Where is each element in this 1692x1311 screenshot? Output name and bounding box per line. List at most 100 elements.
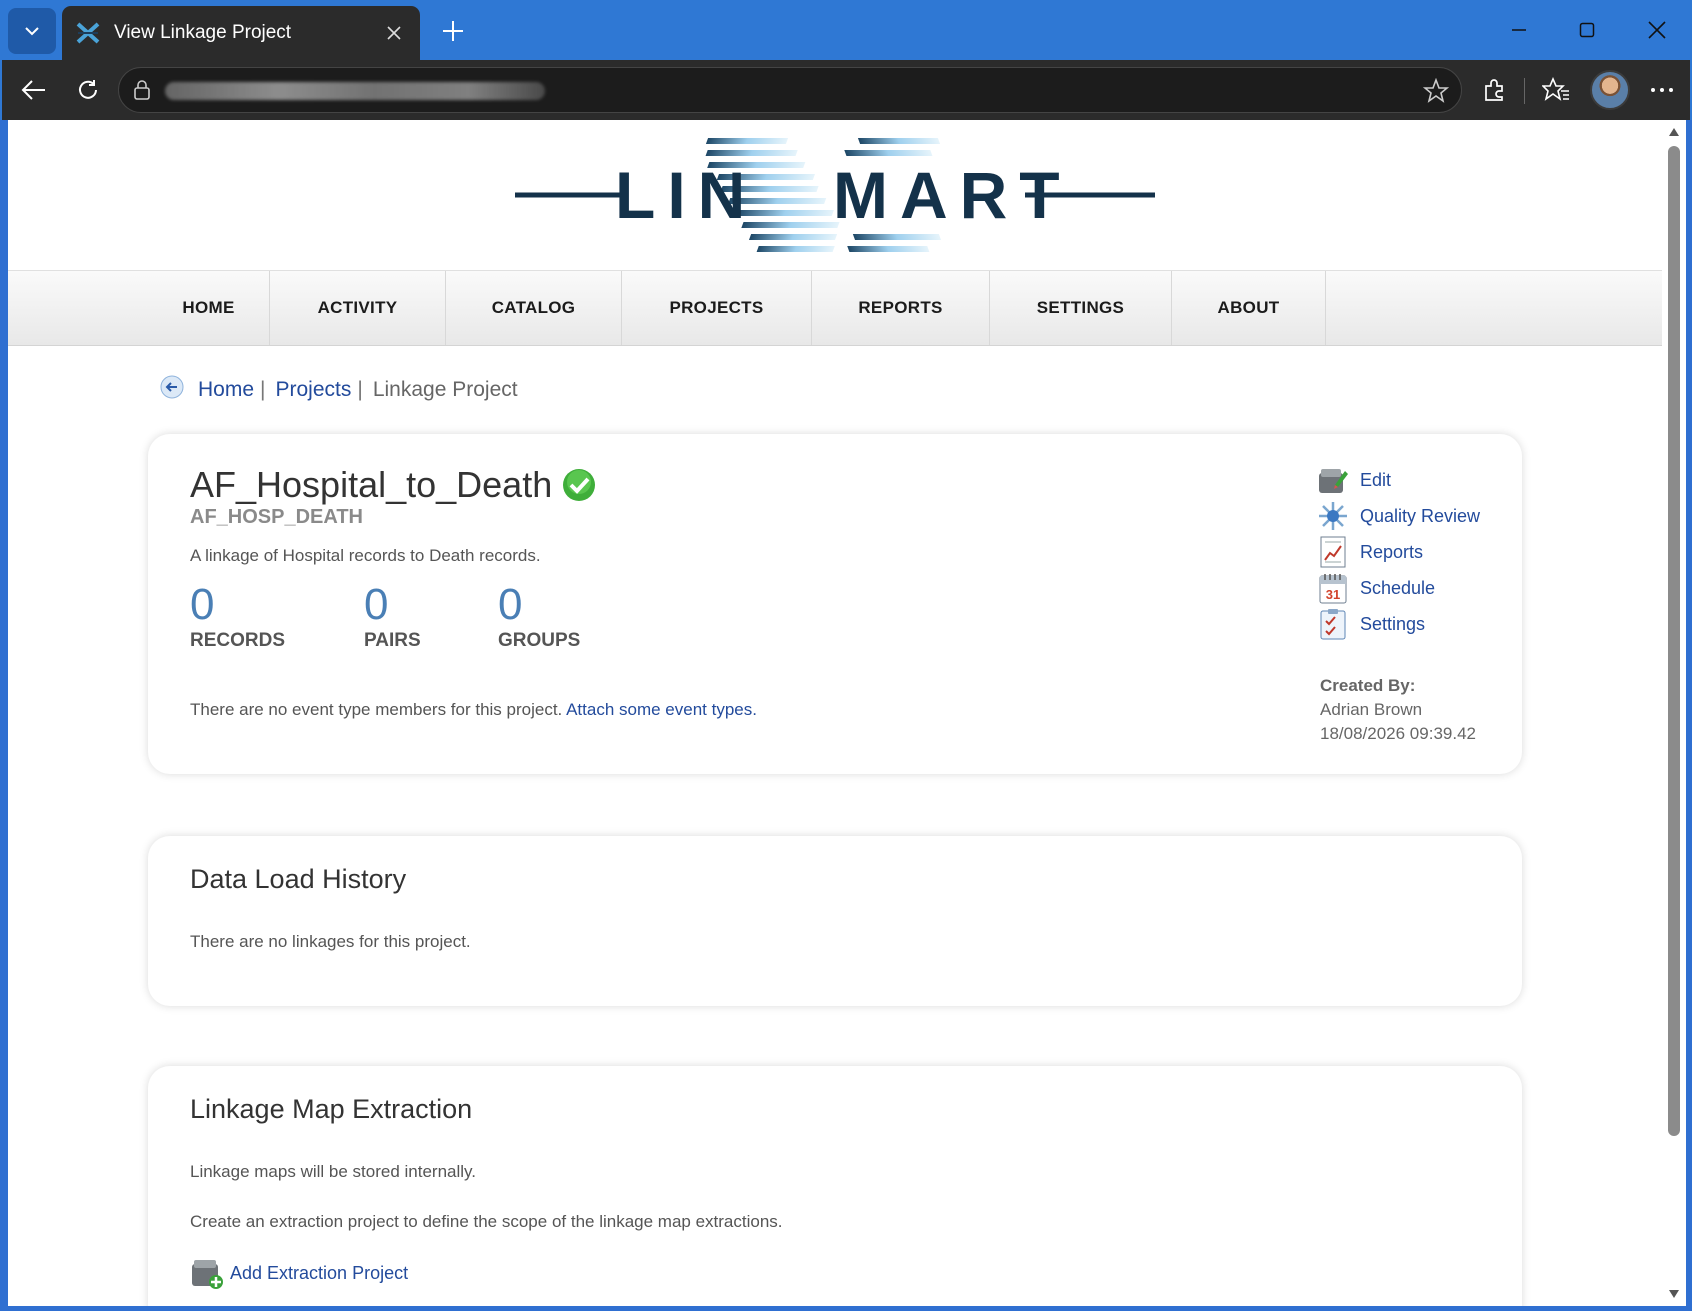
plus-icon — [443, 21, 463, 41]
action-label: Schedule — [1360, 577, 1436, 598]
svg-text:31: 31 — [1326, 587, 1340, 602]
favorites-button[interactable] — [1536, 70, 1576, 110]
add-project-icon — [190, 1256, 224, 1290]
action-label: Quality Review — [1360, 505, 1481, 526]
arrow-left-icon — [21, 80, 45, 100]
extraction-scope-text: Create an extraction project to define t… — [190, 1212, 783, 1231]
stat-label: GROUPS — [498, 630, 581, 651]
attach-event-types-link[interactable]: Attach some event types. — [566, 700, 757, 719]
stat-label: RECORDS — [190, 630, 286, 651]
back-button[interactable] — [14, 70, 54, 110]
page-scrollbar[interactable] — [1662, 120, 1686, 1306]
action-settings[interactable]: Settings — [1316, 606, 1480, 642]
nav-catalog[interactable]: CATALOG — [446, 271, 622, 345]
stat-value: 0 — [190, 580, 215, 629]
minimize-icon — [1512, 29, 1526, 31]
created-by: Adrian Brown — [1320, 700, 1423, 719]
action-quality-review[interactable]: Quality Review — [1316, 498, 1480, 534]
more-menu-button[interactable] — [1642, 70, 1682, 110]
refresh-icon — [79, 80, 97, 99]
nav-home[interactable]: HOME — [148, 271, 270, 345]
created-info: Created By: Adrian Brown 18/08/2026 09:3… — [1320, 674, 1476, 746]
history-title: Data Load History — [190, 864, 407, 894]
breadcrumb-home[interactable]: Home — [198, 378, 254, 402]
status-ok-icon — [562, 468, 596, 502]
more-horizontal-icon — [1651, 88, 1673, 92]
browser-toolbar — [0, 60, 1692, 120]
close-tab-icon[interactable] — [382, 21, 406, 45]
scroll-thumb[interactable] — [1668, 146, 1680, 1136]
project-code: AF_HOSP_DEATH — [190, 506, 363, 528]
main-nav: HOME ACTIVITY CATALOG PROJECTS REPORTS S… — [8, 270, 1662, 346]
browser-titlebar: View Linkage Project — [0, 0, 1692, 60]
close-icon — [1648, 21, 1666, 39]
puzzle-icon — [1485, 79, 1503, 101]
nav-settings[interactable]: SETTINGS — [990, 271, 1172, 345]
action-label: Settings — [1360, 613, 1426, 634]
action-edit[interactable]: Edit — [1316, 462, 1480, 498]
project-description: A linkage of Hospital records to Death r… — [190, 546, 541, 565]
project-card: AF_Hospital_to_Death AF_HOSP_DEATH A lin… — [148, 434, 1522, 774]
stat-groups: 0 GROUPS — [498, 580, 580, 652]
action-label: Edit — [1360, 469, 1392, 490]
project-actions: Edit Quality Review Reports 31 Schedule … — [1316, 462, 1480, 642]
edit-icon — [1316, 464, 1350, 496]
action-schedule[interactable]: 31 Schedule — [1316, 570, 1480, 606]
report-chart-icon — [1316, 536, 1350, 568]
tab-actions-button[interactable] — [8, 8, 56, 54]
created-at: 18/08/2026 09:39.42 — [1320, 724, 1476, 743]
stat-records: 0 RECORDS — [190, 580, 285, 652]
project-title: AF_Hospital_to_Death — [190, 464, 596, 506]
add-extraction-label: Add Extraction Project — [230, 1262, 409, 1283]
site-header: LIN MART — [8, 120, 1662, 270]
nav-about[interactable]: ABOUT — [1172, 271, 1326, 345]
star-icon[interactable] — [1422, 77, 1450, 109]
lock-icon — [133, 80, 151, 105]
logo-text-lin: LIN — [615, 158, 757, 232]
action-reports[interactable]: Reports — [1316, 534, 1480, 570]
action-label: Reports — [1360, 541, 1424, 562]
extensions-button[interactable] — [1474, 70, 1514, 110]
browser-tab[interactable]: View Linkage Project — [62, 6, 420, 60]
breadcrumb-projects[interactable]: Projects — [276, 378, 352, 402]
stat-value: 0 — [498, 580, 523, 629]
stat-value: 0 — [364, 580, 389, 629]
back-arrow-icon[interactable] — [160, 375, 184, 405]
toolbar-divider — [1524, 78, 1525, 104]
linkage-map-extraction-card: Linkage Map Extraction Linkage maps will… — [148, 1066, 1522, 1306]
page-viewport: LIN MART HOME ACTIVITY CATALOG PROJECTS … — [8, 120, 1662, 1306]
linxmart-logo[interactable]: LIN MART — [515, 130, 1155, 260]
logo-text-mart: MART — [833, 158, 1072, 232]
event-note-text: There are no event type members for this… — [190, 700, 563, 719]
nav-reports[interactable]: REPORTS — [812, 271, 990, 345]
maximize-icon — [1579, 22, 1595, 38]
extraction-title: Linkage Map Extraction — [190, 1094, 473, 1124]
breadcrumb-separator: | — [260, 378, 266, 401]
nav-projects[interactable]: PROJECTS — [622, 271, 812, 345]
quality-review-icon — [1316, 500, 1350, 532]
scroll-down-icon[interactable] — [1668, 1288, 1680, 1300]
breadcrumb-separator: | — [357, 378, 363, 401]
stat-pairs: 0 PAIRS — [364, 580, 421, 652]
nav-activity[interactable]: ACTIVITY — [270, 271, 446, 345]
tab-title: View Linkage Project — [114, 22, 292, 43]
favorites-icon — [1542, 77, 1569, 101]
calendar-icon: 31 — [1316, 572, 1350, 604]
event-type-note: There are no event type members for this… — [190, 700, 757, 720]
project-name: AF_Hospital_to_Death — [190, 464, 553, 505]
scroll-up-icon[interactable] — [1668, 126, 1680, 138]
breadcrumb: Home | Projects | Linkage Project — [148, 346, 1522, 434]
new-tab-button[interactable] — [436, 14, 470, 48]
stat-label: PAIRS — [364, 630, 421, 651]
refresh-button[interactable] — [68, 70, 108, 110]
main-content: Home | Projects | Linkage Project AF_Hos… — [8, 346, 1662, 1306]
checklist-icon — [1316, 608, 1350, 640]
address-bar[interactable] — [118, 67, 1462, 113]
maximize-button[interactable] — [1564, 10, 1610, 50]
profile-avatar[interactable] — [1590, 70, 1630, 110]
add-extraction-project-button[interactable]: Add Extraction Project — [190, 1256, 408, 1290]
minimize-button[interactable] — [1496, 10, 1542, 50]
close-window-button[interactable] — [1634, 10, 1680, 50]
linxmart-favicon-icon — [76, 21, 100, 45]
breadcrumb-current: Linkage Project — [372, 378, 518, 401]
